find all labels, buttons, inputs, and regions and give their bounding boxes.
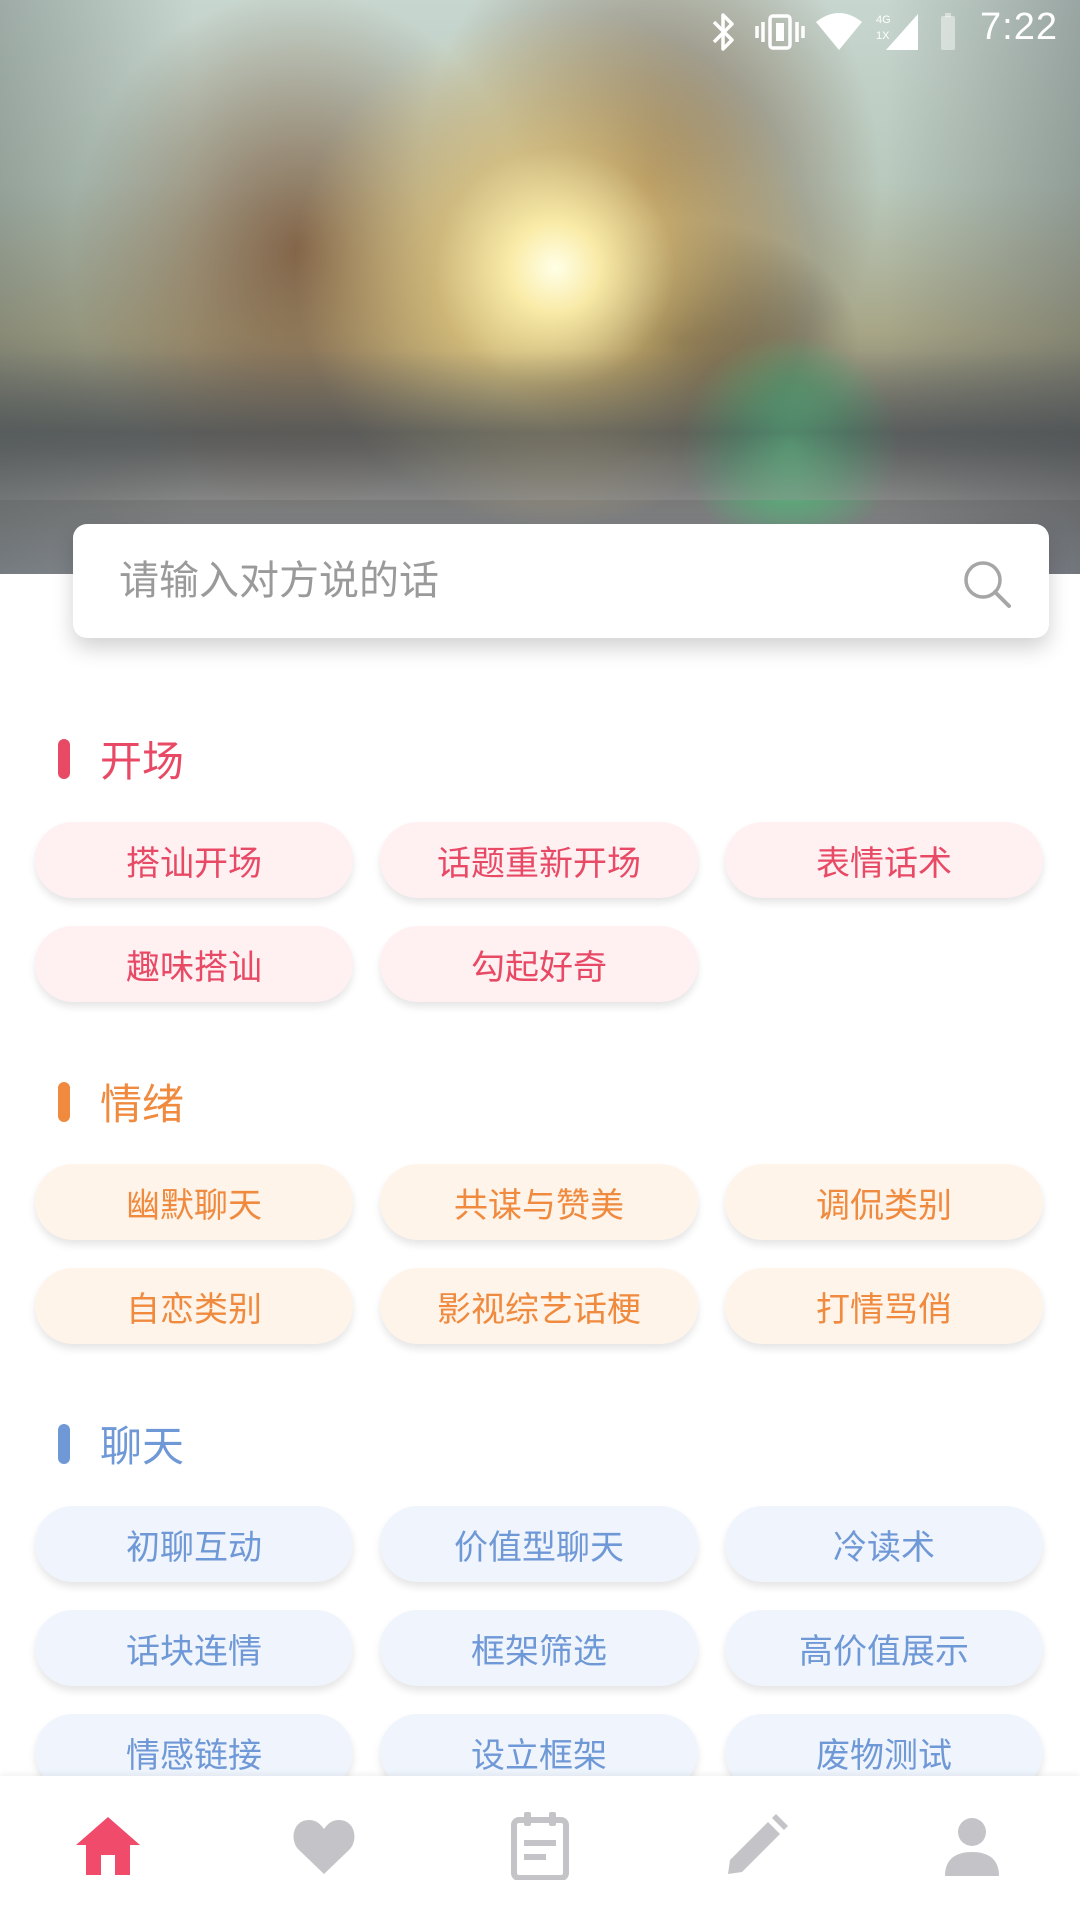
wifi-icon bbox=[816, 13, 862, 50]
search-bar[interactable] bbox=[73, 524, 1049, 638]
section-title: 聊天 bbox=[100, 1422, 185, 1471]
profile-icon bbox=[945, 1818, 999, 1876]
chip-button[interactable]: 幽默聊天 bbox=[35, 1164, 353, 1240]
chip-button[interactable]: 打情骂俏 bbox=[725, 1268, 1043, 1344]
nav-notes[interactable] bbox=[500, 1806, 580, 1886]
section-header-chat: 聊天 bbox=[58, 1413, 184, 1474]
chip-button[interactable]: 冷读术 bbox=[725, 1506, 1043, 1582]
search-input[interactable] bbox=[117, 557, 921, 605]
nav-profile[interactable] bbox=[932, 1806, 1012, 1886]
chip-button[interactable]: 调侃类别 bbox=[725, 1164, 1043, 1240]
status-time: 7:22 bbox=[980, 6, 1058, 48]
chip-button[interactable]: 价值型聊天 bbox=[380, 1506, 698, 1582]
hero-banner-image bbox=[0, 0, 1080, 574]
section-marker bbox=[58, 1423, 70, 1464]
status-bar: 4G 1X 7:22 bbox=[0, 0, 1080, 64]
cellular-signal-icon bbox=[886, 14, 918, 50]
chip-button[interactable]: 搭讪开场 bbox=[35, 822, 353, 898]
section-header-emotion: 情绪 bbox=[58, 1071, 184, 1132]
nav-favorites[interactable] bbox=[284, 1806, 364, 1886]
heart-icon bbox=[293, 1820, 355, 1874]
section-marker bbox=[58, 738, 70, 779]
bluetooth-icon bbox=[712, 13, 734, 51]
bottom-navigation bbox=[0, 1776, 1080, 1920]
nav-edit[interactable] bbox=[716, 1806, 796, 1886]
chip-button[interactable]: 勾起好奇 bbox=[380, 926, 698, 1002]
chip-button[interactable]: 高价值展示 bbox=[725, 1610, 1043, 1686]
home-icon bbox=[76, 1817, 140, 1875]
edit-icon bbox=[728, 1814, 788, 1874]
notes-icon bbox=[511, 1812, 569, 1880]
section-marker bbox=[58, 1081, 70, 1122]
battery-icon bbox=[941, 13, 955, 50]
chip-button[interactable]: 趣味搭讪 bbox=[35, 926, 353, 1002]
section-title: 情绪 bbox=[100, 1080, 185, 1129]
chip-button[interactable]: 框架筛选 bbox=[380, 1610, 698, 1686]
nav-home[interactable] bbox=[68, 1806, 148, 1886]
chip-button[interactable]: 初聊互动 bbox=[35, 1506, 353, 1582]
chip-button[interactable]: 话块连情 bbox=[35, 1610, 353, 1686]
chip-button[interactable]: 话题重新开场 bbox=[380, 822, 698, 898]
section-header-opening: 开场 bbox=[58, 728, 184, 789]
search-icon[interactable] bbox=[961, 558, 1013, 610]
chip-button[interactable]: 表情话术 bbox=[725, 822, 1043, 898]
section-title: 开场 bbox=[100, 737, 185, 786]
chip-button[interactable]: 自恋类别 bbox=[35, 1268, 353, 1344]
chip-button[interactable]: 共谋与赞美 bbox=[380, 1164, 698, 1240]
chip-button[interactable]: 影视综艺话梗 bbox=[380, 1268, 698, 1344]
vibrate-icon bbox=[755, 14, 805, 50]
